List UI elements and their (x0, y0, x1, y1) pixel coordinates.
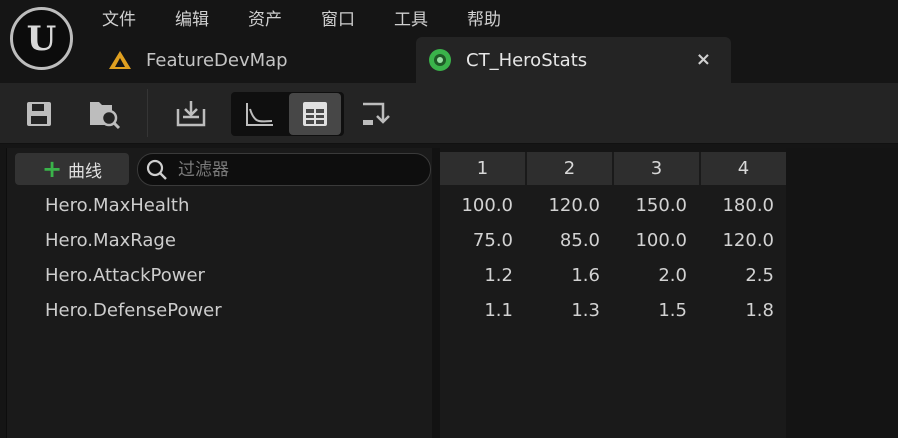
column-header-2[interactable]: 2 (527, 152, 612, 185)
view-mode-toggle (231, 92, 344, 136)
table-cell[interactable]: 1.6 (527, 258, 612, 293)
reimport-button[interactable] (168, 93, 214, 135)
table-cell[interactable]: 100.0 (614, 223, 699, 258)
plus-icon: + (41, 155, 63, 183)
table-view-button[interactable] (289, 93, 341, 135)
curve-table-icon (428, 48, 452, 72)
table-cell[interactable]: 1.2 (440, 258, 525, 293)
filter-search-box (137, 153, 431, 186)
browse-asset-icon (90, 102, 121, 130)
close-icon[interactable]: × (696, 49, 711, 70)
search-icon (146, 159, 167, 180)
table-cell[interactable]: 1.1 (440, 293, 525, 328)
append-row-button[interactable] (354, 93, 400, 135)
table-cell[interactable]: 180.0 (701, 188, 786, 223)
add-curve-button[interactable]: + 曲线 (15, 153, 129, 185)
tab-label: CT_HeroStats (466, 49, 588, 71)
tab-label: FeatureDevMap (146, 49, 288, 71)
menu-file[interactable]: 文件 (90, 5, 148, 30)
menu-tools[interactable]: 工具 (382, 5, 440, 30)
panel-splitter[interactable] (432, 148, 440, 438)
map-icon (108, 48, 132, 72)
table-cell[interactable]: 85.0 (527, 223, 612, 258)
menu-help[interactable]: 帮助 (455, 5, 513, 30)
table-cell[interactable]: 150.0 (614, 188, 699, 223)
browse-asset-button[interactable] (82, 93, 128, 135)
table-cell[interactable]: 120.0 (701, 223, 786, 258)
table-cell[interactable]: 100.0 (440, 188, 525, 223)
save-icon (27, 102, 51, 126)
table-cell[interactable]: 75.0 (440, 223, 525, 258)
curve-row-name[interactable]: Hero.DefensePower (45, 293, 222, 328)
table-cell[interactable]: 2.0 (614, 258, 699, 293)
menu-edit[interactable]: 编辑 (163, 5, 221, 30)
curve-list-panel: + 曲线 Hero.MaxHealth Hero.MaxRage Hero.At… (6, 148, 432, 438)
curve-row-name[interactable]: Hero.MaxRage (45, 223, 176, 258)
curve-view-button[interactable] (236, 93, 284, 135)
save-button[interactable] (16, 93, 62, 135)
curve-view-icon (246, 103, 273, 126)
toolbar-separator (147, 89, 148, 137)
table-cell[interactable]: 1.3 (527, 293, 612, 328)
table-cell[interactable]: 120.0 (527, 188, 612, 223)
menu-window[interactable]: 窗口 (309, 5, 367, 30)
add-curve-label: 曲线 (68, 161, 103, 182)
title-bar: U 文件 编辑 资产 窗口 工具 帮助 FeatureDevMap CT_Her… (0, 0, 898, 83)
column-header-3[interactable]: 3 (614, 152, 699, 185)
column-header-4[interactable]: 4 (701, 152, 786, 185)
curve-row-name[interactable]: Hero.MaxHealth (45, 188, 189, 223)
column-header-1[interactable]: 1 (440, 152, 525, 185)
table-cell[interactable]: 1.5 (614, 293, 699, 328)
toolbar (0, 83, 898, 144)
append-row-icon (363, 102, 390, 125)
logo-glyph: U (26, 18, 57, 59)
curve-row-name[interactable]: Hero.AttackPower (45, 258, 205, 293)
menu-asset[interactable]: 资产 (236, 5, 294, 30)
table-view-icon (303, 102, 327, 126)
grid-empty-area (786, 148, 898, 438)
menu-bar: 文件 编辑 资产 窗口 工具 帮助 (90, 0, 528, 34)
filter-input[interactable] (178, 159, 408, 180)
unreal-logo[interactable]: U (10, 7, 73, 70)
curve-table-grid: 1 2 3 4 100.0 120.0 150.0 180.0 75.0 85.… (440, 152, 786, 438)
table-cell[interactable]: 2.5 (701, 258, 786, 293)
reimport-icon (176, 101, 206, 127)
tab-feature-dev-map[interactable]: FeatureDevMap (100, 37, 412, 83)
table-cell[interactable]: 1.8 (701, 293, 786, 328)
tab-ct-hero-stats[interactable]: CT_HeroStats × (416, 37, 731, 83)
